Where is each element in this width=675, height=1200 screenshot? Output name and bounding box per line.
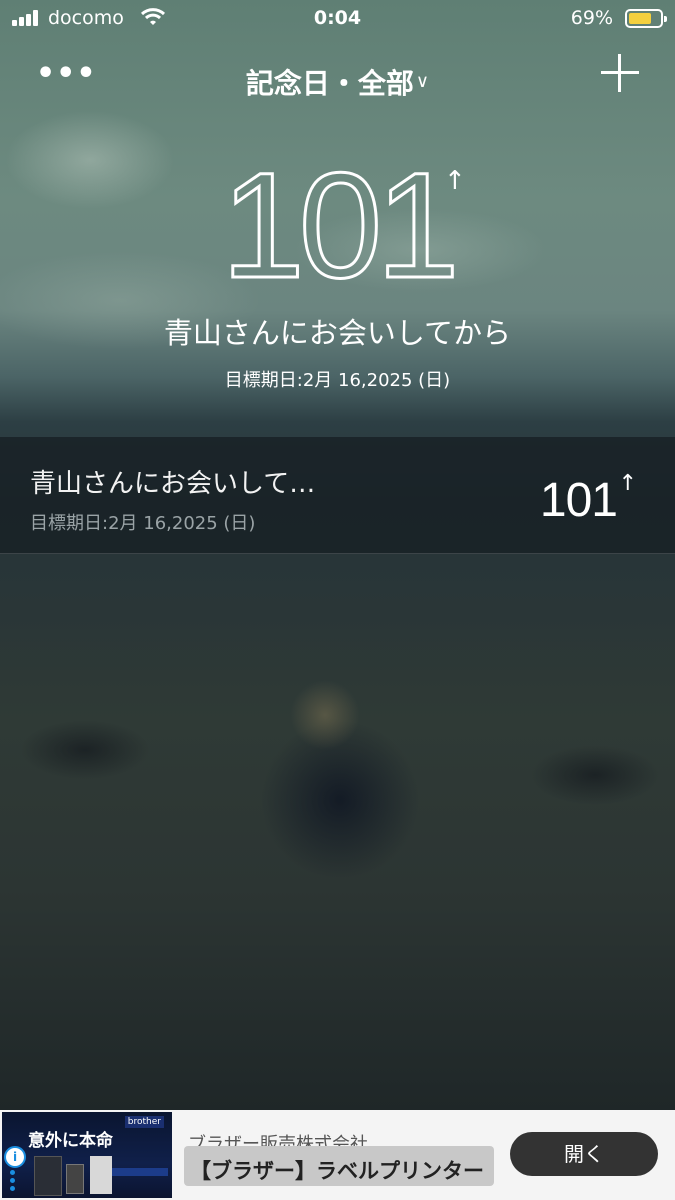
add-button[interactable] [601, 54, 639, 92]
battery-percent: 69% [570, 7, 613, 29]
nav-bar: ••• 記念日・全部 ∨ [0, 48, 675, 108]
count-up-arrow-icon: ↑ [618, 471, 637, 496]
list-item[interactable]: 青山さんにお会いして… 目標期日:2月 16,2025 (日) 101 ↑ [0, 437, 675, 554]
ad-banner[interactable]: 意外に本命 brother i ブラザー販売株式会社 【ブラザー】ラベルプリンタ… [0, 1110, 675, 1200]
list-item-date: 目標期日:2月 16,2025 (日) [30, 513, 256, 534]
list-item-count: 101 [539, 474, 618, 527]
ad-options-icon[interactable] [10, 1170, 16, 1194]
list-item-title: 青山さんにお会いして… [30, 469, 316, 499]
battery-fill [629, 13, 651, 24]
hero-target-date: 目標期日:2月 16,2025 (日) [224, 370, 451, 391]
chevron-down-icon: ∨ [415, 71, 430, 92]
status-bar: docomo 0:04 69% [0, 0, 675, 40]
ad-headline: 【ブラザー】ラベルプリンター [190, 1159, 484, 1183]
battery-icon [625, 9, 667, 28]
count-up-arrow-icon: ↑ [444, 166, 466, 196]
info-icon[interactable]: i [4, 1146, 26, 1168]
ad-open-button[interactable]: 開く [510, 1132, 658, 1176]
ad-image[interactable]: 意外に本命 brother [2, 1112, 172, 1198]
nav-title: 記念日・全部 [245, 67, 414, 100]
blurred-shape-left [20, 720, 150, 780]
category-selector[interactable]: 記念日・全部 ∨ [0, 62, 675, 102]
hero-event-title: 青山さんにお会いしてから [163, 316, 512, 350]
hero-day-count: 101 [220, 141, 461, 309]
blurred-shape-right [530, 745, 660, 805]
blurred-figure-head [290, 680, 360, 750]
